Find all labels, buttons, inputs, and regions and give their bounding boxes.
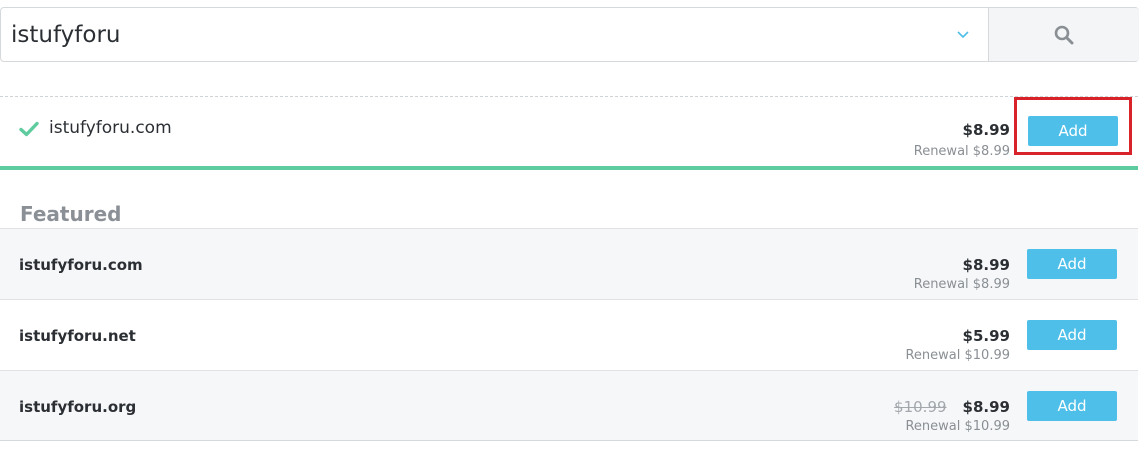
- chevron-down-icon: [957, 31, 969, 39]
- featured-heading: Featured: [20, 202, 122, 226]
- featured-price: $8.99: [962, 256, 1010, 274]
- search-icon: [1054, 25, 1074, 44]
- featured-renewal: Renewal $8.99: [913, 277, 1010, 292]
- domain-search-input[interactable]: [11, 18, 931, 52]
- featured-original-price: $10.99: [894, 398, 947, 416]
- exact-match-price: $8.99: [962, 121, 1010, 139]
- exact-match-renewal: Renewal $8.99: [913, 144, 1010, 159]
- search-button[interactable]: [988, 8, 1139, 61]
- exact-match-domain: istufyforu.com: [49, 118, 172, 138]
- add-button-net[interactable]: Add: [1027, 320, 1117, 350]
- featured-row-com: istufyforu.com $8.99 Renewal $8.99 Add: [0, 228, 1138, 299]
- featured-domain: istufyforu.org: [19, 398, 137, 416]
- featured-domain: istufyforu.net: [19, 327, 136, 345]
- featured-list: istufyforu.com $8.99 Renewal $8.99 Add i…: [0, 228, 1138, 441]
- tld-dropdown-toggle[interactable]: [937, 8, 989, 61]
- featured-row-org: istufyforu.org $10.99 $8.99 Renewal $10.…: [0, 370, 1138, 441]
- add-button-com[interactable]: Add: [1027, 249, 1117, 279]
- exact-match-add-button[interactable]: Add: [1028, 116, 1118, 146]
- add-button-org[interactable]: Add: [1027, 391, 1117, 421]
- featured-price: $5.99: [962, 327, 1010, 345]
- domain-search-bar: [0, 7, 1139, 62]
- featured-price-line: $8.99: [963, 256, 1010, 274]
- featured-price-line: $5.99: [963, 327, 1010, 345]
- featured-domain: istufyforu.com: [19, 256, 143, 274]
- check-icon: [19, 121, 39, 137]
- featured-row-net: istufyforu.net $5.99 Renewal $10.99 Add: [0, 299, 1138, 370]
- featured-price-line: $10.99 $8.99: [894, 398, 1010, 416]
- available-indicator-line: [0, 166, 1138, 170]
- featured-renewal: Renewal $10.99: [905, 348, 1010, 363]
- featured-price: $8.99: [962, 398, 1010, 416]
- exact-match-result: istufyforu.com $8.99 Renewal $8.99 Add: [0, 97, 1138, 169]
- featured-renewal: Renewal $10.99: [905, 419, 1010, 434]
